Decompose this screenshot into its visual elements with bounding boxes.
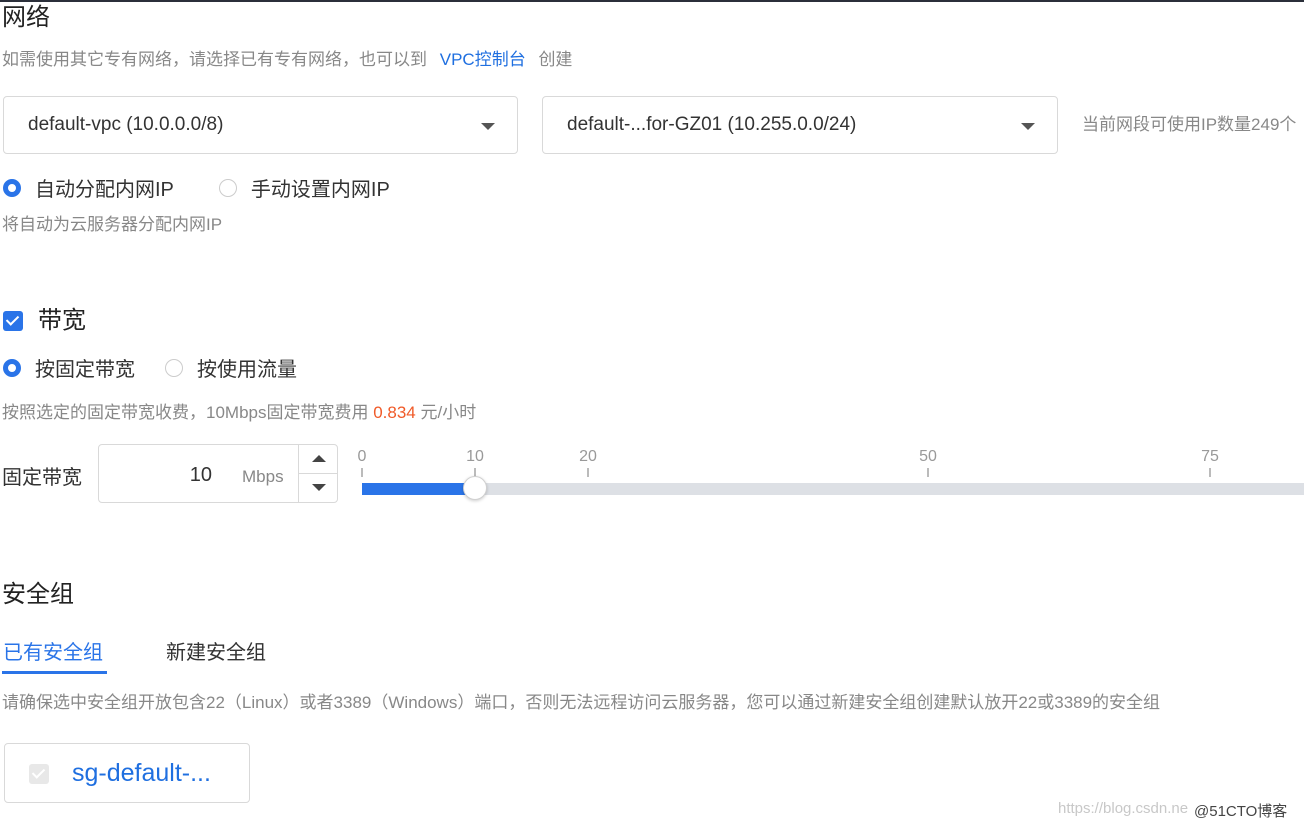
security-group-name: sg-default-... (72, 759, 211, 787)
bandwidth-header: 带宽 (3, 309, 86, 333)
slider-mark-0: 0 (357, 448, 367, 465)
network-hint-prefix: 如需使用其它专有网络，请选择已有专有网络，也可以到 (2, 50, 427, 69)
radio-manual-ip[interactable]: 手动设置内网IP (218, 173, 390, 202)
ip-mode-hint: 将自动为云服务器分配内网IP (2, 215, 223, 234)
bandwidth-value-input[interactable]: 10 (99, 464, 212, 487)
bandwidth-hint-suffix: 元/小时 (420, 403, 477, 422)
radio-auto-ip[interactable]: 自动分配内网IP (3, 173, 174, 202)
active-tab-indicator (2, 671, 107, 674)
radio-traffic-billing-label: 按使用流量 (197, 359, 297, 381)
watermark-url: https://blog.csdn.ne (1058, 800, 1189, 817)
vpc-console-link[interactable]: VPC控制台 (440, 50, 526, 69)
network-hint-suffix: 创建 (538, 50, 573, 69)
caret-down-icon (1021, 123, 1035, 130)
subnet-select-value: default-...for-GZ01 (10.255.0.0/24) (567, 114, 857, 135)
ip-mode-radio-group: 自动分配内网IP 手动设置内网IP (3, 173, 435, 202)
radio-unchecked-icon (218, 178, 237, 197)
top-border (0, 0, 1304, 2)
slider-tick (927, 468, 929, 477)
ip-available-count: 当前网段可使用IP数量249个 (1082, 115, 1297, 134)
slider-tick (1209, 468, 1211, 477)
tab-existing-security-group[interactable]: 已有安全组 (3, 636, 103, 665)
bandwidth-slider-handle[interactable] (463, 476, 487, 500)
slider-mark-50: 50 (919, 448, 937, 465)
caret-down-icon (481, 123, 495, 130)
bandwidth-stepper: 10 Mbps (98, 444, 338, 503)
bandwidth-unit: Mbps (242, 467, 284, 486)
radio-unchecked-icon (165, 358, 183, 377)
security-group-card[interactable]: sg-default-... (4, 743, 250, 803)
subnet-select[interactable]: default-...for-GZ01 (10.255.0.0/24) (542, 96, 1058, 154)
security-group-hint: 请确保选中安全组开放包含22（Linux）或者3389（Windows）端口，否… (2, 693, 1161, 712)
decrement-button[interactable] (299, 474, 338, 502)
slider-mark-75: 75 (1201, 448, 1219, 465)
radio-manual-ip-label: 手动设置内网IP (250, 179, 390, 201)
radio-checked-icon (3, 178, 21, 197)
radio-traffic-billing[interactable]: 按使用流量 (165, 353, 297, 382)
radio-fixed-bandwidth-label: 按固定带宽 (35, 359, 135, 381)
bandwidth-section-title: 带宽 (38, 307, 86, 334)
slider-tick (361, 468, 363, 477)
increment-button[interactable] (299, 445, 338, 474)
vpc-select-value: default-vpc (10.0.0.0/8) (28, 114, 224, 135)
vpc-select[interactable]: default-vpc (10.0.0.0/8) (3, 96, 518, 154)
radio-checked-icon (3, 358, 21, 377)
bandwidth-price: 0.834 (373, 403, 416, 422)
bandwidth-hint-prefix: 按照选定的固定带宽收费，10Mbps固定带宽费用 (2, 403, 369, 422)
bandwidth-price-hint: 按照选定的固定带宽收费，10Mbps固定带宽费用 0.834 元/小时 (2, 404, 476, 421)
bandwidth-slider-fill (362, 483, 475, 495)
slider-tick (587, 468, 589, 477)
billing-radio-group: 按固定带宽 按使用流量 (3, 353, 342, 382)
bandwidth-slider-track[interactable] (362, 483, 1304, 495)
radio-fixed-bandwidth[interactable]: 按固定带宽 (3, 353, 135, 382)
stepper-buttons (298, 445, 338, 502)
radio-auto-ip-label: 自动分配内网IP (35, 179, 174, 201)
arrow-down-icon (312, 484, 326, 491)
slider-mark-20: 20 (579, 448, 597, 465)
fixed-bandwidth-label: 固定带宽 (2, 467, 82, 489)
watermark-brand: @51CTO博客 (1194, 803, 1288, 820)
arrow-up-icon (312, 455, 326, 462)
security-group-section-title: 安全组 (2, 581, 74, 608)
slider-mark-10: 10 (466, 448, 484, 465)
network-hint: 如需使用其它专有网络，请选择已有专有网络，也可以到 VPC控制台 创建 (2, 51, 572, 68)
network-section-title: 网络 (2, 4, 50, 31)
security-group-checkbox[interactable] (29, 764, 49, 784)
bandwidth-checkbox[interactable] (3, 311, 23, 331)
tab-new-security-group[interactable]: 新建安全组 (166, 636, 266, 665)
